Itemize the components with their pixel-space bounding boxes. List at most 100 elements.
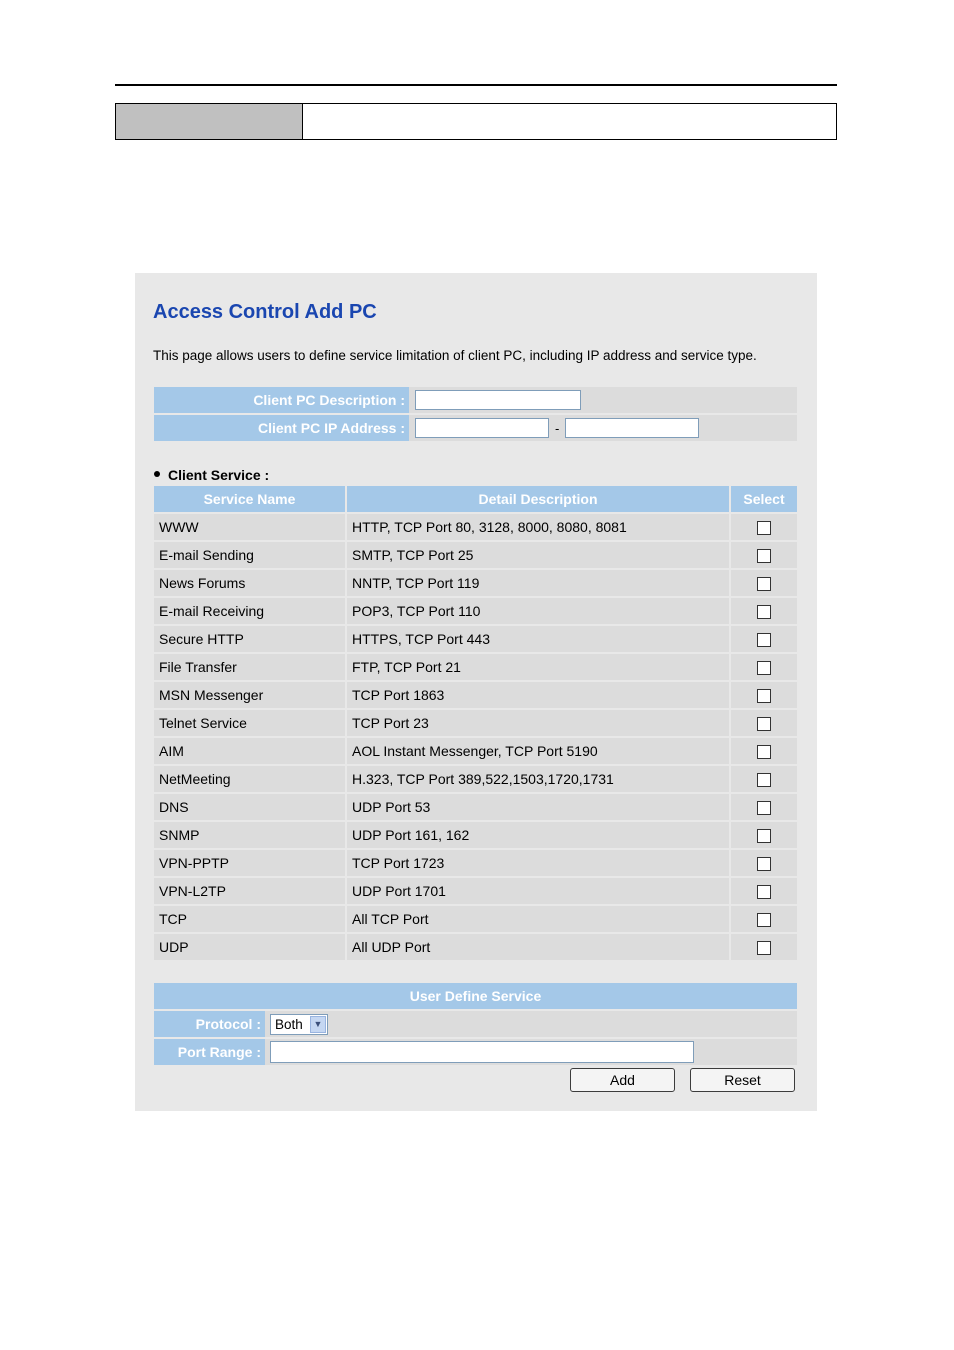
table-row: Secure HTTP HTTPS, TCP Port 443 [154,624,797,653]
client-pc-form: Client PC Description : Client PC IP Add… [154,387,797,443]
service-table-header-row: Service Name Detail Description Select [154,486,797,513]
service-select-checkbox[interactable] [757,661,771,676]
table-row: NetMeeting H.323, TCP Port 389,522,1503,1… [154,764,797,793]
column-header-service-name: Service Name [154,486,347,513]
service-detail-cell: TCP Port 1723 [346,848,731,877]
port-range-input[interactable] [270,1041,694,1063]
service-detail-cell: POP3, TCP Port 110 [346,596,731,625]
table-row: WWW HTTP, TCP Port 80, 3128, 8000, 8080, … [154,512,797,541]
table-row: News Forums NNTP, TCP Port 119 [154,568,797,597]
table-row: MSN Messenger TCP Port 1863 [154,680,797,709]
user-define-service-header: User Define Service [154,983,797,1009]
service-select-cell [730,596,797,625]
service-detail-cell: TCP Port 23 [346,708,731,737]
protocol-select[interactable]: Both ▼ [270,1013,328,1035]
service-select-checkbox[interactable] [757,885,771,900]
service-select-checkbox[interactable] [757,605,771,620]
client-ip-end-input[interactable] [565,418,700,438]
service-select-checkbox[interactable] [757,549,771,564]
service-select-cell [730,512,797,541]
page-title: Access Control Add PC [153,301,377,323]
service-name-cell: VPN-L2TP [154,876,347,905]
service-name-cell: VPN-PPTP [154,848,347,877]
service-detail-cell: HTTPS, TCP Port 443 [346,624,731,653]
add-button[interactable]: Add [570,1068,675,1092]
service-select-cell [730,904,797,933]
table-row: TCP All TCP Port [154,904,797,933]
service-select-checkbox[interactable] [757,717,771,732]
table-row: File Transfer FTP, TCP Port 21 [154,652,797,681]
service-select-checkbox[interactable] [757,689,771,704]
service-name-cell: E-mail Sending [154,540,347,569]
client-ip-field-cell: - [409,415,797,441]
service-select-checkbox[interactable] [757,941,771,956]
service-name-cell: AIM [154,736,347,765]
column-header-detail-description: Detail Description [346,486,731,513]
service-select-cell [730,652,797,681]
service-detail-cell: HTTP, TCP Port 80, 3128, 8000, 8080, 808… [346,512,731,541]
service-detail-cell: UDP Port 53 [346,792,731,821]
service-name-cell: E-mail Receiving [154,596,347,625]
service-detail-cell: SMTP, TCP Port 25 [346,540,731,569]
service-detail-cell: All UDP Port [346,932,731,960]
client-service-label: Client Service : [168,467,270,483]
header-cell-white [303,104,836,139]
service-select-checkbox[interactable] [757,829,771,844]
service-name-cell: WWW [154,512,347,541]
service-name-cell: TCP [154,904,347,933]
service-detail-cell: AOL Instant Messenger, TCP Port 5190 [346,736,731,765]
top-rule [115,84,837,86]
table-row: UDP All UDP Port [154,932,797,960]
service-name-cell: Telnet Service [154,708,347,737]
service-select-checkbox[interactable] [757,801,771,816]
client-description-row: Client PC Description : [154,387,797,413]
service-name-cell: File Transfer [154,652,347,681]
service-detail-cell: All TCP Port [346,904,731,933]
port-range-row: Port Range : [154,1039,797,1065]
service-name-cell: MSN Messenger [154,680,347,709]
table-row: E-mail Sending SMTP, TCP Port 25 [154,540,797,569]
service-detail-cell: FTP, TCP Port 21 [346,652,731,681]
client-ip-start-input[interactable] [415,418,549,438]
service-select-checkbox[interactable] [757,633,771,648]
service-select-checkbox[interactable] [757,857,771,872]
table-row: AIM AOL Instant Messenger, TCP Port 5190 [154,736,797,765]
service-select-checkbox[interactable] [757,773,771,788]
page-description: This page allows users to define service… [153,348,757,363]
port-range-field-cell [265,1039,797,1065]
reset-button[interactable]: Reset [690,1068,795,1092]
table-row: Telnet Service TCP Port 23 [154,708,797,737]
protocol-selected-value: Both [275,1016,303,1032]
access-control-panel: Access Control Add PC This page allows u… [135,273,817,1111]
service-select-cell [730,540,797,569]
column-header-select: Select [730,486,797,513]
ip-range-separator: - [555,420,560,436]
header-cell-gray [116,104,303,139]
service-name-cell: UDP [154,932,347,960]
table-row: VPN-PPTP TCP Port 1723 [154,848,797,877]
service-select-checkbox[interactable] [757,745,771,760]
client-description-input[interactable] [415,390,581,410]
service-select-checkbox[interactable] [757,577,771,592]
service-table-body: WWW HTTP, TCP Port 80, 3128, 8000, 8080, … [154,512,797,960]
service-detail-cell: UDP Port 1701 [346,876,731,905]
service-detail-cell: TCP Port 1863 [346,680,731,709]
service-select-cell [730,680,797,709]
chevron-down-icon[interactable]: ▼ [310,1015,326,1033]
service-select-checkbox[interactable] [757,521,771,536]
port-range-label: Port Range : [154,1039,265,1065]
protocol-row: Protocol : Both ▼ [154,1011,797,1037]
user-define-service-table: User Define Service Protocol : Both ▼ Po… [154,983,797,1067]
service-detail-cell: UDP Port 161, 162 [346,820,731,849]
service-select-cell [730,736,797,765]
service-name-cell: NetMeeting [154,764,347,793]
service-select-cell [730,708,797,737]
service-select-cell [730,820,797,849]
service-detail-cell: H.323, TCP Port 389,522,1503,1720,1731 [346,764,731,793]
bullet-icon [154,471,160,478]
service-select-cell [730,792,797,821]
document-header-table [115,103,837,140]
service-select-checkbox[interactable] [757,913,771,928]
client-ip-row: Client PC IP Address : - [154,415,797,441]
service-select-cell [730,932,797,960]
